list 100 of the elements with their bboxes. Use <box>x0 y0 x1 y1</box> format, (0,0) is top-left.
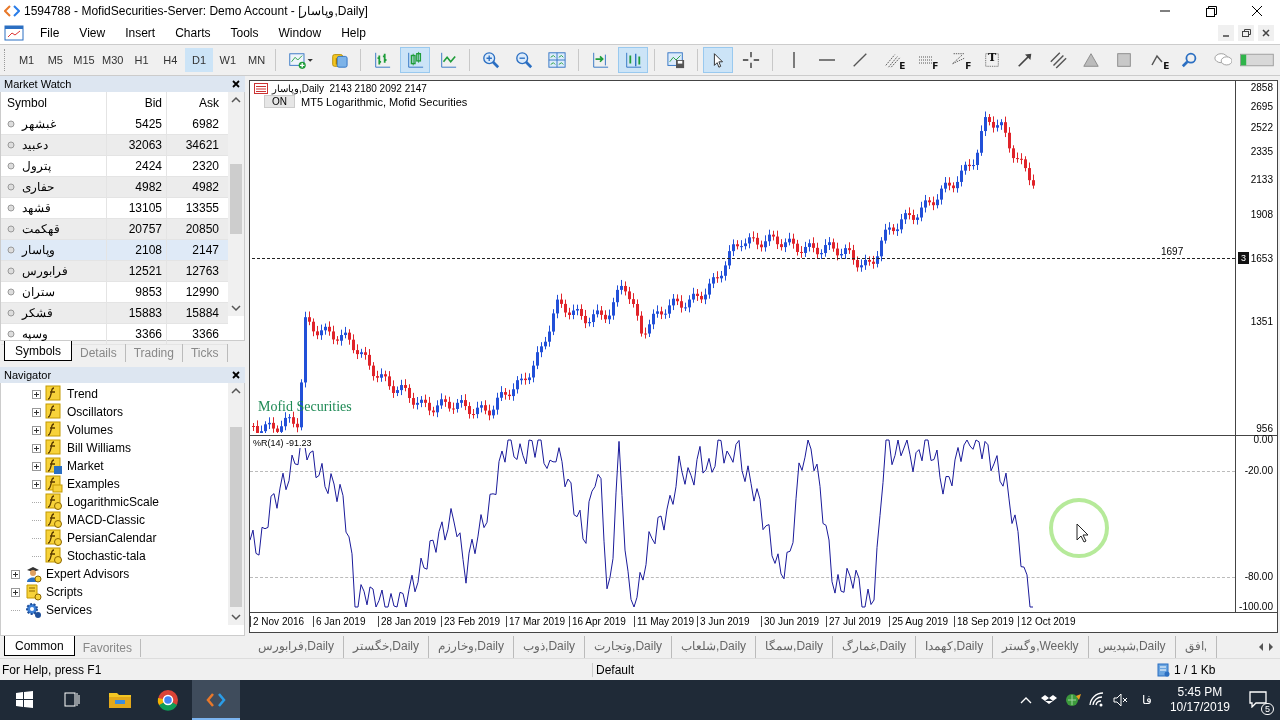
fan-lines-tool-button[interactable]: F <box>944 47 975 73</box>
clock-date[interactable]: 10/17/2019 <box>1169 700 1230 715</box>
indicator-file-icon <box>45 511 63 529</box>
column-header[interactable]: Symbol <box>1 92 107 114</box>
chart-shift-icon <box>623 50 642 70</box>
timeframe-button[interactable]: M15 <box>70 48 98 72</box>
table-cell: 3366 <box>107 324 167 344</box>
zoom-out-icon <box>514 50 533 70</box>
connection-status-icon <box>1240 53 1274 67</box>
expand-icon[interactable] <box>32 389 41 399</box>
table-cell: 32063 <box>107 135 167 155</box>
scroll-right-icon[interactable] <box>1266 641 1276 653</box>
expand-icon[interactable] <box>32 461 41 471</box>
timeframe-button[interactable]: M5 <box>41 48 70 72</box>
close-icon[interactable] <box>231 370 241 380</box>
tree-item[interactable]: Bill Williams <box>67 441 131 455</box>
speaker-muted-icon[interactable] <box>1111 692 1130 708</box>
new-chart-icon <box>288 50 315 70</box>
table-cell: پترول <box>22 159 51 173</box>
expand-icon[interactable] <box>32 479 41 489</box>
timeframe-button[interactable]: W1 <box>213 48 242 72</box>
tree-item[interactable]: Services <box>46 603 92 617</box>
tree-item[interactable]: PersianCalendar <box>67 531 157 545</box>
axis-label: 25 Aug 2019 <box>889 616 949 628</box>
close-icon[interactable] <box>231 79 241 89</box>
tile-windows-icon <box>547 50 566 70</box>
language-indicator[interactable]: فا <box>1135 693 1158 707</box>
menu-item[interactable]: Tools <box>220 26 269 40</box>
table-cell-text: 2147 <box>191 242 220 259</box>
tree-item[interactable]: Volumes <box>67 423 114 437</box>
table-cell-text: 20850 <box>184 221 220 238</box>
channel-lines-tool-button[interactable]: E <box>878 47 909 73</box>
tree-item[interactable]: Examples <box>67 477 120 491</box>
tree-item[interactable]: Scripts <box>46 585 83 599</box>
timeframe-button[interactable]: MN <box>242 48 271 72</box>
candlestick-button[interactable] <box>399 47 430 73</box>
tree-item[interactable]: Expert Advisors <box>46 567 130 581</box>
trading-app-icon[interactable] <box>192 680 240 720</box>
network-icon[interactable] <box>1063 692 1082 708</box>
expand-icon[interactable] <box>11 587 20 597</box>
column-header[interactable]: Ask <box>167 92 223 114</box>
text-tool-button[interactable]: T <box>977 47 1008 73</box>
tree-item[interactable]: Market <box>67 459 104 473</box>
panel-tab[interactable]: Common <box>4 636 75 656</box>
crosshair-icon <box>742 50 761 70</box>
status-dot-icon <box>7 120 15 128</box>
tree-item[interactable]: Stochastic-tala <box>67 549 146 563</box>
window-title: 1594788 - MofidSecurities-Server: Demo Account - [وپاسار,Daily] <box>24 4 369 18</box>
axis-label: 6 Jan 2019 <box>313 616 366 628</box>
timeframe-button[interactable]: D1 <box>185 48 213 72</box>
minimize-icon[interactable] <box>1218 25 1234 41</box>
menu-item[interactable]: Charts <box>165 26 221 40</box>
timeframe-button[interactable]: H1 <box>127 48 156 72</box>
tree-item[interactable]: Trend <box>67 387 98 401</box>
menu-item[interactable]: Help <box>331 26 376 40</box>
timeframe-button[interactable]: M1 <box>12 48 41 72</box>
dotted-grid-tool-button[interactable]: F <box>911 47 942 73</box>
table-cell: حفاری <box>22 180 54 194</box>
menu-item[interactable]: File <box>30 26 70 40</box>
scrollbar[interactable] <box>228 383 244 625</box>
chart-properties-icon[interactable] <box>254 83 268 94</box>
auto-scroll-icon <box>590 50 609 70</box>
status-dot-icon <box>7 141 15 149</box>
wifi-icon[interactable] <box>1087 692 1106 708</box>
clock-time[interactable]: 5:45 PM <box>1177 685 1223 700</box>
table-cell: 5425 <box>107 114 167 134</box>
indicator-label: %R(14) -91.23 <box>253 438 314 449</box>
panel-tab[interactable]: Symbols <box>4 341 72 361</box>
status-dot-icon <box>7 204 15 212</box>
axis-label: 30 Jun 2019 <box>761 616 820 628</box>
close-icon[interactable] <box>1258 25 1274 41</box>
mouse-pointer-icon <box>1047 496 1111 561</box>
indicator-folder-icon <box>45 475 63 493</box>
tree-item[interactable]: LogarithmicScale <box>67 495 160 509</box>
column-header[interactable]: Bid <box>107 92 167 114</box>
restore-icon[interactable] <box>1238 25 1254 41</box>
expand-icon[interactable] <box>32 407 41 417</box>
menu-item[interactable]: Window <box>268 26 332 40</box>
expand-icon[interactable] <box>11 569 20 579</box>
table-cell: 20757 <box>107 219 167 239</box>
wave-lines-tool-button[interactable]: E <box>1142 47 1173 73</box>
tree-item[interactable]: Oscillators <box>67 405 123 419</box>
scrollbar[interactable] <box>228 92 244 316</box>
chart-shift-button[interactable] <box>617 47 648 73</box>
menu-item[interactable]: Insert <box>115 26 166 40</box>
zoom-in-icon <box>481 50 500 70</box>
axis-label: 12 Oct 2019 <box>1018 616 1076 628</box>
tree-item[interactable]: MACD-Classic <box>67 513 145 527</box>
table-cell: 12521 <box>107 261 167 281</box>
axis-label: 17 Mar 2019 <box>506 616 566 628</box>
timeframe-button[interactable]: H4 <box>156 48 185 72</box>
on-button[interactable]: ON <box>264 95 295 108</box>
menu-item[interactable]: View <box>69 26 116 40</box>
expand-icon[interactable] <box>32 425 41 435</box>
expand-icon[interactable] <box>32 443 41 453</box>
table-cell: قهکمت <box>22 222 60 236</box>
timeframe-button[interactable]: M30 <box>98 48 127 72</box>
cursor-button[interactable] <box>703 47 734 73</box>
table-cell: 13105 <box>107 198 167 218</box>
axis-label: 1908 <box>1250 209 1273 221</box>
